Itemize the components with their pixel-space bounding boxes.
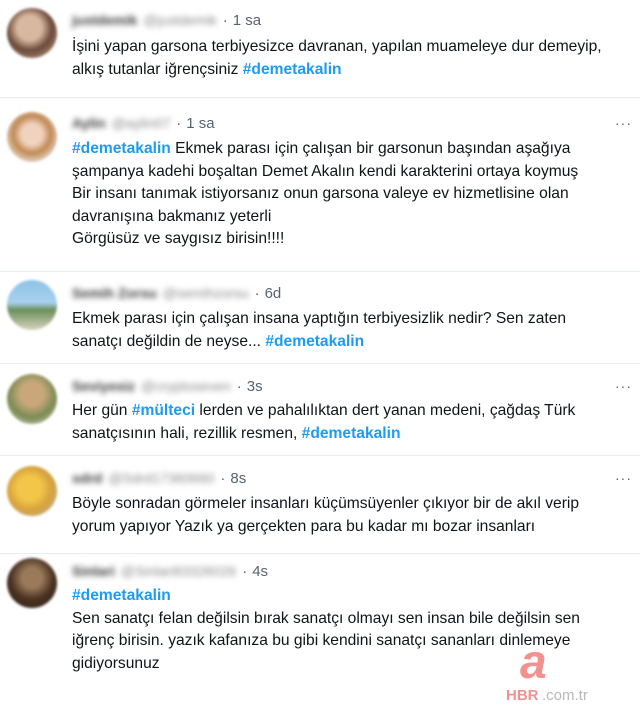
- tweet-text: #demetakalin Ekmek parası için çalışan b…: [72, 138, 638, 251]
- text-segment: İşini yapan garsona terbiyesizce davrana…: [72, 38, 602, 55]
- tweet-text: İşini yapan garsona terbiyesizce davrana…: [72, 36, 638, 81]
- tweet-text: Ekmek parası için çalışan insana yaptığı…: [72, 308, 638, 353]
- timestamp[interactable]: 1 sa: [186, 115, 214, 132]
- tweet-text-line: #demetakalin Ekmek parası için çalışan b…: [72, 138, 638, 161]
- timestamp[interactable]: 6d: [265, 285, 282, 302]
- avatar[interactable]: [7, 466, 57, 516]
- author-name[interactable]: justdemik: [72, 12, 137, 28]
- hashtag-link[interactable]: #demetakalin: [302, 425, 401, 442]
- author-handle[interactable]: @justdemik: [143, 12, 216, 28]
- avatar[interactable]: [7, 374, 57, 424]
- more-options-icon[interactable]: ···: [615, 470, 632, 486]
- tweet-text: Böyle sonradan görmeler insanları küçüms…: [72, 493, 638, 538]
- tweet[interactable]: Semih Zorsu @semihzorsu · 6d Ekmek paras…: [0, 272, 640, 362]
- tweet[interactable]: justdemik @justdemik · 1 sa İşini yapan …: [0, 0, 640, 92]
- hashtag-link[interactable]: #demetakalin: [72, 587, 171, 604]
- author-handle[interactable]: @semihzorsu: [163, 285, 249, 301]
- tweet-text-line: davranışına bakmanız yeterli: [72, 206, 638, 229]
- timestamp[interactable]: 3s: [247, 378, 263, 395]
- text-segment: davranışına bakmanız yeterli: [72, 207, 272, 225]
- tweet-text-line: Bir insanı tanımak istiyorsanız onun gar…: [72, 183, 638, 206]
- timestamp[interactable]: 8s: [230, 470, 246, 487]
- more-options-icon[interactable]: ···: [615, 378, 632, 394]
- tweet-text-line: #demetakalin: [72, 585, 638, 608]
- timestamp[interactable]: 4s: [252, 563, 268, 580]
- avatar[interactable]: [7, 280, 57, 330]
- avatar[interactable]: [7, 558, 57, 608]
- separator-dot: ·: [222, 11, 228, 29]
- text-segment: gidiyorsunuz: [72, 654, 160, 672]
- text-segment: lerden ve pahalılıktan dert yanan medeni…: [195, 402, 576, 419]
- tweet-text-line: İşini yapan garsona terbiyesizce davrana…: [72, 36, 638, 59]
- text-segment: şampanya kadehi boşaltan Demet Akalın ke…: [72, 162, 579, 180]
- tweet-text-line: sanatçısının hali, rezillik resmen, #dem…: [72, 423, 638, 446]
- tweet-text-line: Her gün #mülteci lerden ve pahalılıktan …: [72, 400, 638, 423]
- text-segment: Sen sanatçı felan değilsin bırak sanatçı…: [72, 609, 580, 627]
- author-handle[interactable]: @Sinlari83326026: [121, 563, 236, 579]
- separator-dot: ·: [254, 284, 260, 302]
- tweet-text: Her gün #mülteci lerden ve pahalılıktan …: [72, 400, 638, 445]
- text-segment: Ekmek parası için çalışan bir garsonun b…: [170, 140, 571, 157]
- author-handle[interactable]: @cryptoseven: [141, 378, 231, 394]
- tweet-text-line: şampanya kadehi boşaltan Demet Akalın ke…: [72, 161, 638, 184]
- watermark-letter: a: [520, 640, 547, 689]
- hbr-watermark-logo: a HBR .com.tr: [506, 640, 588, 704]
- tweet-text-line: Görgüsüz ve saygısız birisin!!!!: [72, 228, 638, 251]
- watermark-suffix: .com.tr: [542, 687, 588, 704]
- hashtag-link[interactable]: #demetakalin: [72, 140, 171, 157]
- author-name[interactable]: Aylin: [72, 115, 106, 131]
- text-segment: Bir insanı tanımak istiyorsanız onun gar…: [72, 185, 569, 202]
- tweet-text-line: sanatçı değildin de neyse... #demetakali…: [72, 331, 638, 354]
- avatar[interactable]: [7, 8, 57, 58]
- separator-dot: ·: [220, 469, 226, 487]
- author-name[interactable]: sdrd: [72, 470, 102, 486]
- text-segment: Görgüsüz ve saygısız birisin!!!!: [72, 230, 285, 247]
- tweet-text-line: Sen sanatçı felan değilsin bırak sanatçı…: [72, 608, 638, 631]
- avatar[interactable]: [7, 112, 57, 162]
- hashtag-link[interactable]: #mülteci: [132, 402, 195, 419]
- timestamp[interactable]: 1 sa: [233, 12, 261, 29]
- text-segment: sanatçı değildin de neyse...: [72, 332, 266, 350]
- author-handle[interactable]: @aylin07: [112, 115, 171, 131]
- author-name[interactable]: Seviyesiz: [72, 378, 135, 394]
- tweet-text-line: yorum yapıyor Yazık ya gerçekten para bu…: [72, 516, 638, 539]
- watermark-brand: HBR: [506, 687, 539, 704]
- tweet-text-line: Ekmek parası için çalışan insana yaptığı…: [72, 308, 638, 331]
- tweet[interactable]: Seviyesiz @cryptoseven · 3s ··· Her gün …: [0, 364, 640, 454]
- author-name[interactable]: Semih Zorsu: [72, 285, 157, 301]
- hashtag-link[interactable]: #demetakalin: [243, 61, 342, 78]
- separator-dot: ·: [176, 114, 182, 132]
- text-segment: sanatçısının hali, rezillik resmen,: [72, 424, 302, 442]
- text-segment: Ekmek parası için çalışan insana yaptığı…: [72, 310, 567, 327]
- tweet-text-line: alkış tutanlar iğrençsiniz #demetakalin: [72, 59, 638, 82]
- separator-dot: ·: [242, 562, 248, 580]
- text-segment: Böyle sonradan görmeler insanları küçüms…: [72, 495, 580, 512]
- text-segment: alkış tutanlar iğrençsiniz: [72, 60, 243, 78]
- tweet-text-line: Böyle sonradan görmeler insanları küçüms…: [72, 493, 638, 516]
- tweet[interactable]: Aylin @aylin07 · 1 sa ··· #demetakalin E…: [0, 98, 640, 270]
- more-options-icon[interactable]: ···: [615, 115, 632, 131]
- text-segment: yorum yapıyor Yazık ya gerçekten para bu…: [72, 517, 536, 535]
- author-handle[interactable]: @Sdrd17360660: [108, 470, 214, 486]
- hashtag-link[interactable]: #demetakalin: [265, 333, 364, 350]
- separator-dot: ·: [236, 377, 242, 395]
- text-segment: Her gün: [72, 402, 132, 419]
- text-segment: iğrenç birisin. yazık kafanıza bu gibi k…: [72, 632, 571, 649]
- tweet[interactable]: sdrd @Sdrd17360660 · 8s ··· Böyle sonrad…: [0, 456, 640, 554]
- author-name[interactable]: Sinlari: [72, 563, 115, 579]
